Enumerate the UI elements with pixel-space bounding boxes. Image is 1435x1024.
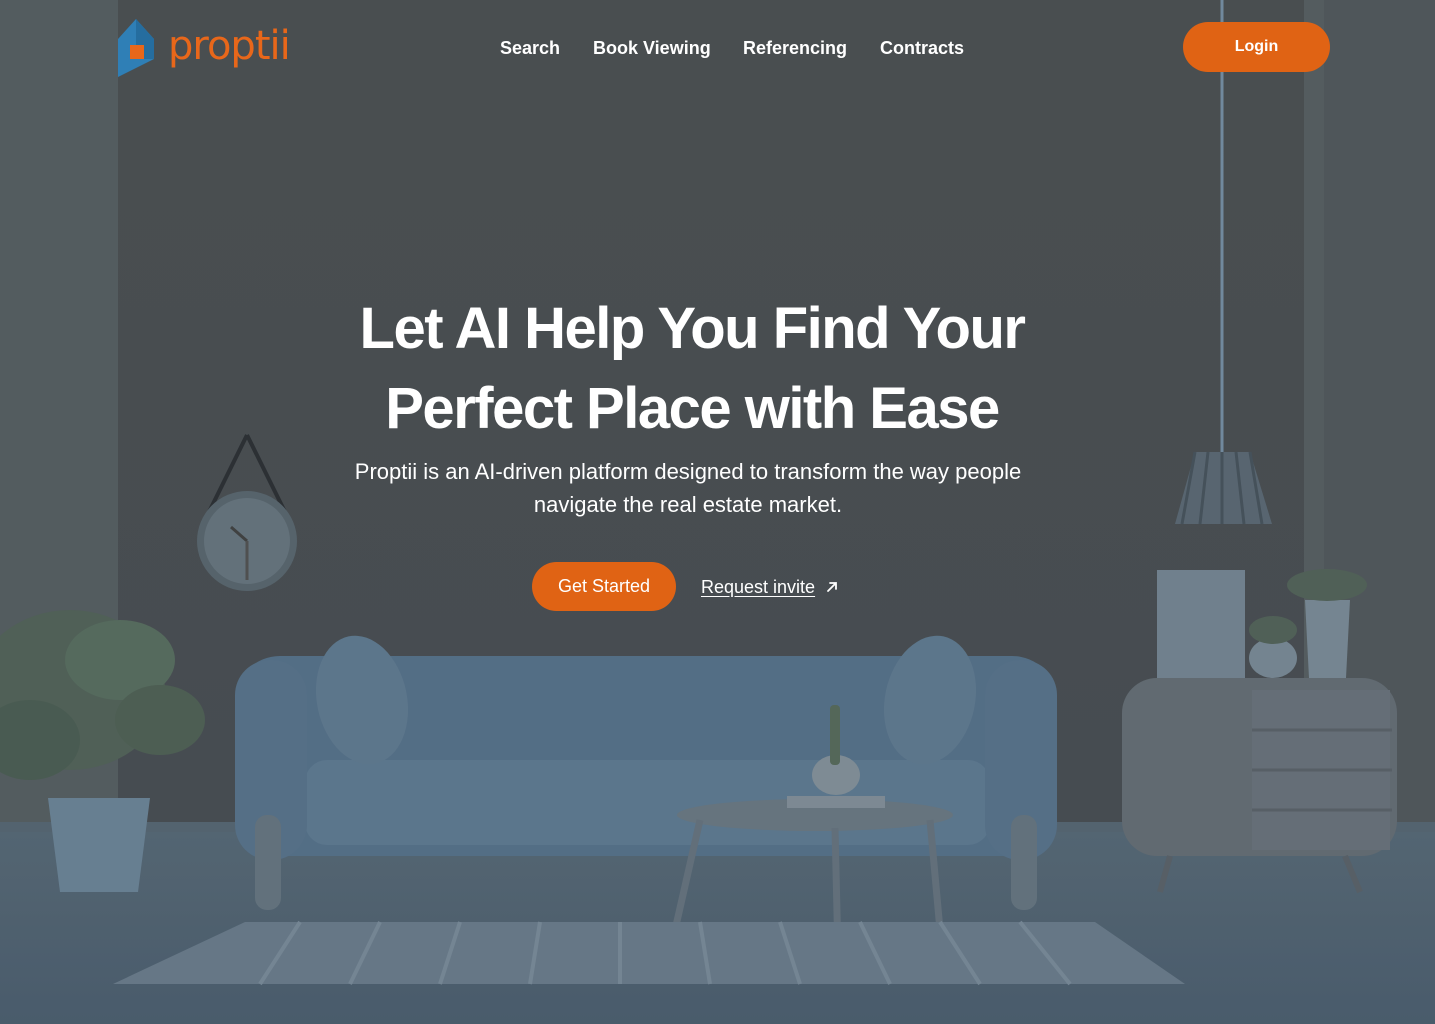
hero-title: Let AI Help You Find Your Perfect Place … xyxy=(217,289,1167,449)
request-invite-link[interactable]: Request invite xyxy=(701,574,839,600)
hero-title-line-1: Let AI Help You Find Your xyxy=(359,296,1026,361)
nav-link-book-viewing[interactable]: Book Viewing xyxy=(593,36,711,60)
get-started-button[interactable]: Get Started xyxy=(532,562,676,611)
rug-decoration xyxy=(113,920,1185,986)
request-invite-label: Request invite xyxy=(701,576,816,597)
nav-link-contracts[interactable]: Contracts xyxy=(880,36,964,60)
nav-link-search[interactable]: Search xyxy=(500,36,560,60)
nav-link-referencing[interactable]: Referencing xyxy=(743,36,847,60)
login-button[interactable]: Login xyxy=(1183,22,1330,72)
hero-title-line-2: Perfect Place with Ease xyxy=(385,376,1000,441)
hero-subtitle: Proptii is an AI-driven platform designe… xyxy=(354,459,1022,517)
arrow-up-right-icon xyxy=(827,582,837,592)
